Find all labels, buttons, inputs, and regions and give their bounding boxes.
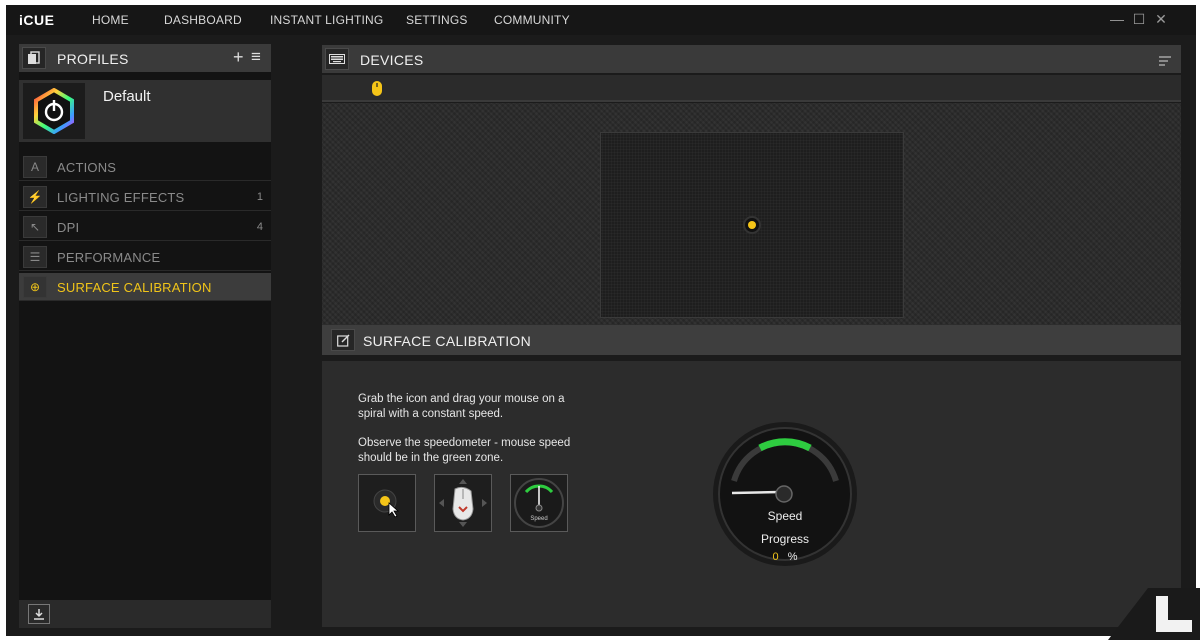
edit-icon [331, 329, 355, 351]
menu-item-lighting-effects[interactable]: ⚡ LIGHTING EFFECTS 1 [19, 183, 271, 211]
lightning-icon: ⚡ [23, 186, 47, 208]
devices-menu-icon[interactable] [1159, 53, 1171, 71]
app-logo: iCUE [19, 12, 55, 28]
menu-item-label: SURFACE CALIBRATION [57, 280, 212, 295]
icue-hexagon-icon [34, 88, 74, 134]
progress-readout: 0 % [712, 551, 858, 563]
nav-home[interactable]: HOME [92, 13, 129, 27]
surface-calibration-title: SURFACE CALIBRATION [363, 333, 532, 349]
progress-value: 0 [772, 551, 779, 563]
profile-menu-icon[interactable]: ≡ [251, 47, 261, 67]
menu-item-label: PERFORMANCE [57, 250, 161, 265]
device-area [322, 103, 1181, 325]
profiles-header: PROFILES + ≡ [19, 44, 271, 72]
surface-calibration-header: SURFACE CALIBRATION [322, 325, 1181, 355]
pointer-icon: ↖ [23, 216, 47, 238]
minimize-icon[interactable]: — [1110, 12, 1124, 26]
keyboard-icon [325, 48, 349, 70]
menu-item-dpi[interactable]: ↖ DPI 4 [19, 213, 271, 241]
calibration-drag-handle[interactable] [743, 216, 761, 234]
nav-settings[interactable]: SETTINGS [406, 13, 468, 27]
actions-icon: A [23, 156, 47, 178]
close-icon[interactable]: ✕ [1154, 12, 1168, 26]
icue-window: iCUE HOME DASHBOARD INSTANT LIGHTING SET… [6, 5, 1196, 636]
mousepad [600, 132, 904, 318]
profiles-icon [22, 47, 46, 69]
instruction-text-1: Grab the icon and drag your mouse on a s… [358, 393, 565, 420]
menu-item-count: 1 [256, 191, 263, 203]
menu-item-label: LIGHTING EFFECTS [57, 190, 185, 205]
nav-instant-lighting[interactable]: INSTANT LIGHTING [270, 13, 383, 27]
device-strip [322, 75, 1181, 102]
profile-card-default[interactable]: Default [19, 80, 271, 142]
left-panel: PROFILES + ≡ Default A ACTIONS ⚡ LIGHTIN… [19, 44, 271, 628]
gauge-speed-label: Speed [767, 509, 803, 523]
maximize-icon[interactable]: ☐ [1132, 12, 1146, 26]
menu-item-actions[interactable]: A ACTIONS [19, 153, 271, 181]
menu-item-count: 4 [256, 221, 263, 233]
menu-item-surface-calibration[interactable]: ⊕ SURFACE CALIBRATION [19, 273, 271, 301]
profile-name: Default [103, 88, 151, 105]
step-speed-label: Speed [530, 516, 548, 522]
mouse-device-icon[interactable] [371, 80, 383, 102]
mouse-move-icon [439, 479, 487, 527]
nav-dashboard[interactable]: DASHBOARD [164, 13, 242, 27]
progress-unit: % [787, 551, 798, 563]
devices-header: DEVICES [322, 45, 1181, 73]
sliders-icon: ☰ [23, 246, 47, 268]
menu-item-label: ACTIONS [57, 160, 117, 175]
step-move-mouse [434, 474, 492, 532]
import-button[interactable] [28, 604, 50, 624]
add-profile-button[interactable]: + [233, 47, 244, 68]
step-speedometer: Speed [510, 474, 568, 532]
profile-image [23, 83, 85, 139]
surface-calibration-body: Grab the icon and drag your mouse on a s… [322, 361, 1181, 627]
title-bar: iCUE HOME DASHBOARD INSTANT LIGHTING SET… [6, 5, 1196, 35]
step-grab-icon [358, 474, 416, 532]
download-icon [34, 609, 44, 620]
instruction-text-2: Observe the speedometer - mouse speed sh… [358, 437, 571, 464]
menu-item-performance[interactable]: ☰ PERFORMANCE [19, 243, 271, 271]
watermark-logo [1108, 588, 1200, 640]
crosshair-icon: ⊕ [23, 276, 47, 298]
menu-item-label: DPI [57, 220, 80, 235]
import-bar [19, 600, 271, 628]
nav-community[interactable]: COMMUNITY [494, 13, 570, 27]
grab-cursor-icon [373, 489, 400, 518]
profiles-title: PROFILES [57, 51, 129, 67]
devices-title: DEVICES [360, 52, 424, 68]
progress-label: Progress [760, 532, 810, 546]
